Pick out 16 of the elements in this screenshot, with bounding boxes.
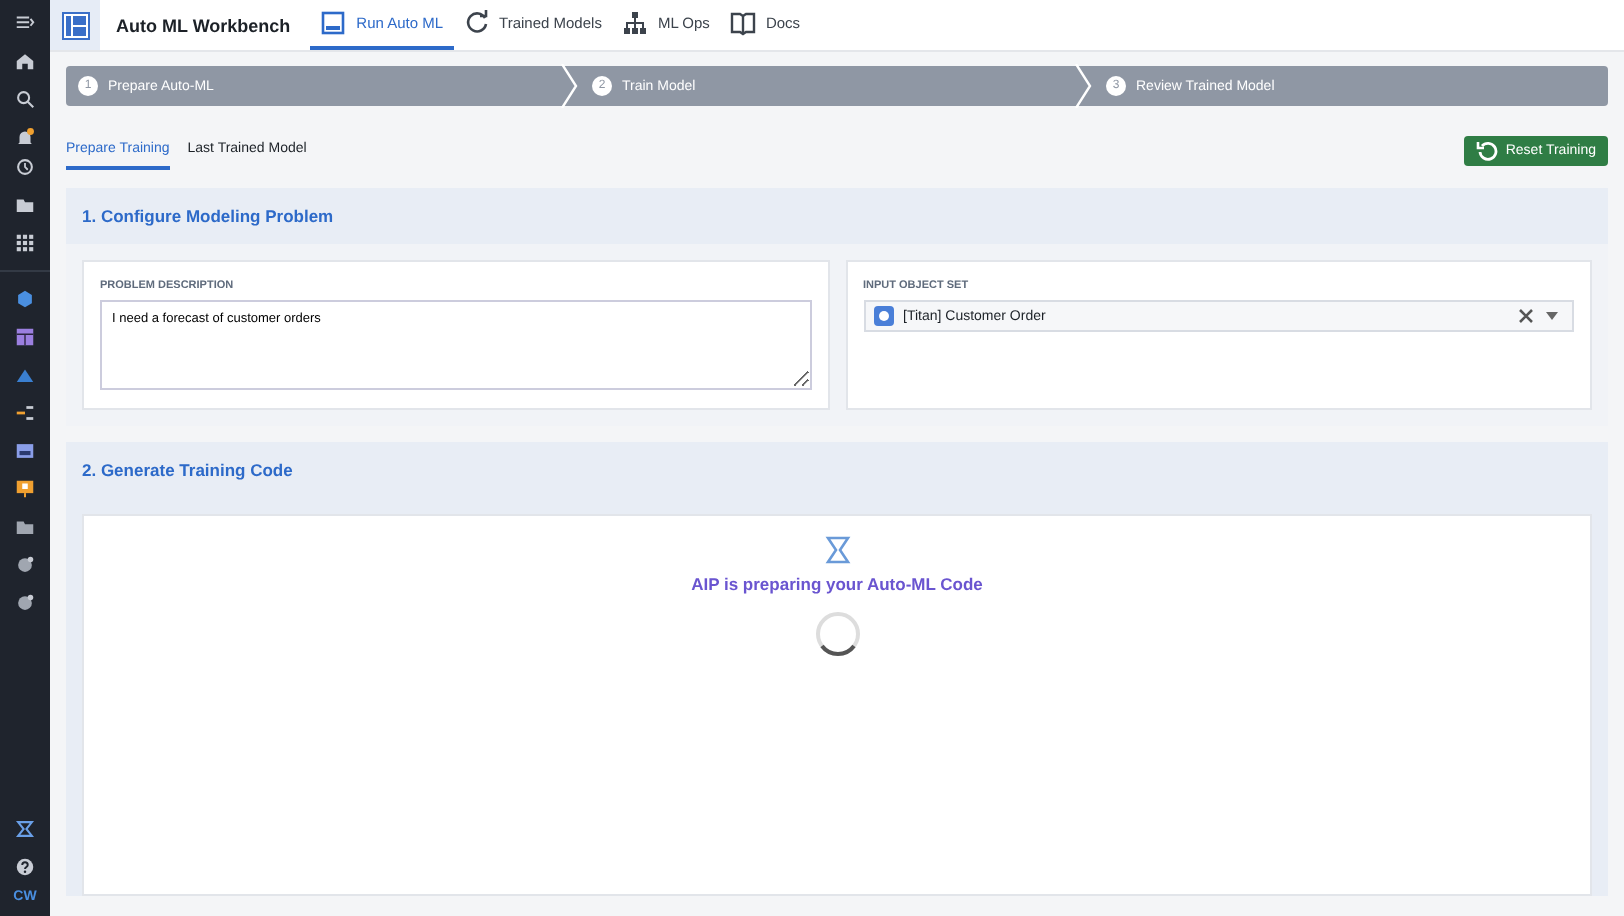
app-title: Auto ML Workbench <box>116 15 291 35</box>
close-icon[interactable] <box>1518 308 1534 324</box>
refresh-icon <box>463 10 490 36</box>
reset-icon <box>1475 139 1498 161</box>
spinner-icon <box>813 610 861 658</box>
chevron-icon <box>1074 64 1094 108</box>
object-icon <box>873 306 893 326</box>
caret-icon[interactable] <box>1544 308 1560 324</box>
panel-icon <box>320 10 347 36</box>
loading-message: AIP is preparing your Auto-ML Code <box>691 574 983 594</box>
book-icon <box>729 10 756 36</box>
chevron-icon <box>560 64 580 108</box>
section-title: 2. Generate Training Code <box>80 458 295 484</box>
hourglass-icon <box>823 536 851 564</box>
section-title: 1. Configure Modeling Problem <box>80 204 336 230</box>
hierarchy-icon <box>621 10 648 36</box>
